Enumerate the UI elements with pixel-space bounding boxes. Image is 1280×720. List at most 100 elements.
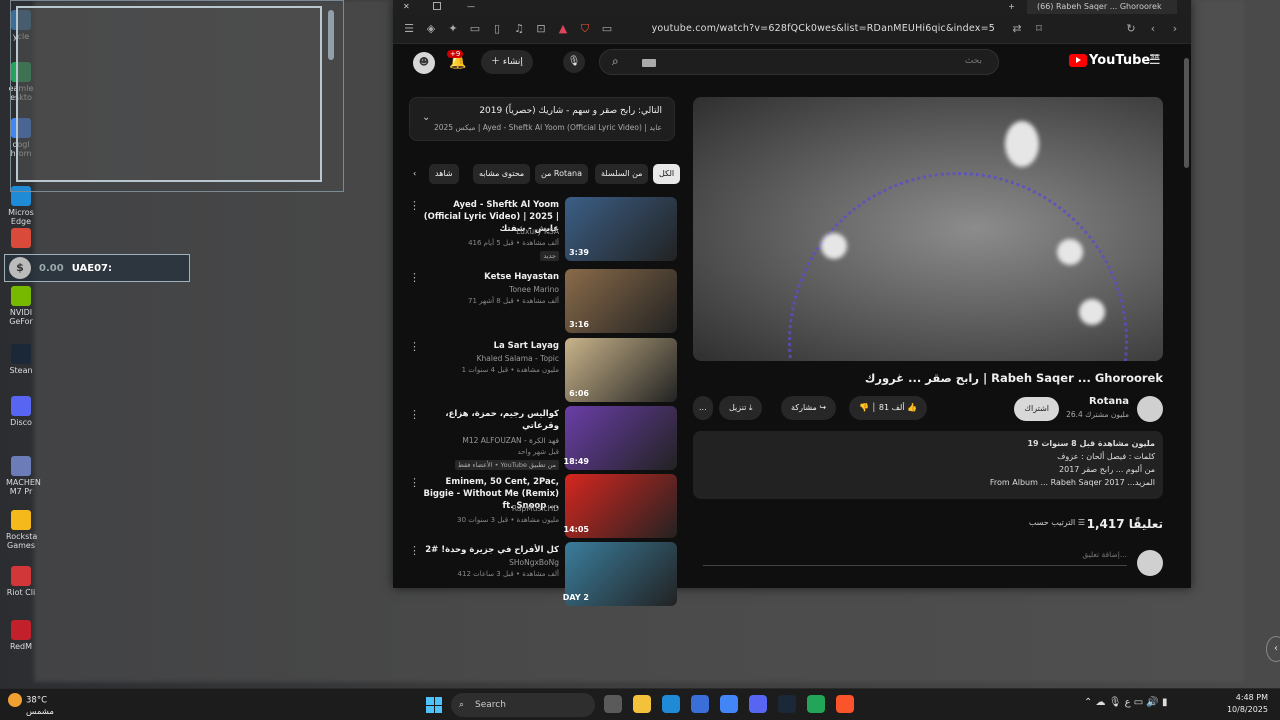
notification-count: +9 [447,50,464,58]
sun-icon [8,693,22,707]
desktop-shortcut[interactable]: Disco [6,396,36,427]
desktop-shortcut[interactable]: MACHEN M7 Pr [6,456,41,496]
channel-name[interactable]: Rotana [1089,396,1129,407]
search-icon[interactable]: ⌕ [612,54,619,69]
channel-avatar[interactable] [1137,396,1163,422]
rec-title: La Sart Layag [493,341,559,351]
sidebar-icon[interactable]: ▯ [491,22,503,35]
chevron-down-icon[interactable]: ⌄ [422,112,430,123]
task-view-icon[interactable] [604,695,622,713]
more-button[interactable]: ... [693,396,713,420]
create-button[interactable]: ＋ إنشاء [481,50,533,74]
desktop-shortcut[interactable]: Rocksta Games [6,510,37,550]
hud-scrollbar[interactable] [328,10,334,60]
discord-icon[interactable] [749,695,767,713]
rec-duration: 18:49 [563,457,589,466]
store-icon[interactable] [691,695,709,713]
share-arrow-icon: ↪ [819,403,827,412]
desktop-shortcut[interactable] [6,228,36,250]
app-icon [11,620,31,640]
like-icon: 👍 [907,403,918,412]
share-button[interactable]: مشاركة ↪ [781,396,837,420]
edge-icon[interactable] [662,695,680,713]
recommended-video[interactable]: ⋮ كل الأفراح في جزيرة وحدة! #2 SHoNgxBoNg 4… [409,542,677,606]
youtube-logo[interactable]: YouTubeSA [1069,53,1159,68]
rec-title: Ketse Hayastan [484,272,559,282]
like-dislike-button[interactable]: 👎 │ 81 ألف 👍 [849,396,928,420]
recommended-video[interactable]: ⋮ كواليس رجيم، حمزة، هزاع، وقرعاتي M12 ALF… [409,406,677,470]
weather-widget[interactable]: 38°C مشمس [8,693,54,718]
desktop-shortcut[interactable]: Riot Cli [6,566,36,597]
whatsapp-icon[interactable] [807,695,825,713]
wallet-icon[interactable]: ▭ [469,22,481,35]
voice-search-icon[interactable]: 🎙 [563,51,585,73]
clock[interactable]: 4:48 PM 10/8/2025 [1227,692,1268,716]
chip-prev-icon[interactable]: ‹ [407,164,422,184]
start-button[interactable] [426,697,442,713]
youtube-play-icon [1069,54,1087,67]
new-tab-button[interactable]: + [1008,0,1015,14]
steam-icon[interactable] [778,695,796,713]
side-expand-icon[interactable]: ‹ [1266,636,1280,662]
cast-icon[interactable]: ▭ [601,22,613,35]
brave-icon[interactable] [836,695,854,713]
rec-meta: 412 ألف مشاهدة • قبل 3 ساعات [457,570,559,578]
reload-icon[interactable]: ↻ [1125,22,1137,35]
rec-meta: قبل شهر واحد [517,448,560,456]
page-scrollbar[interactable] [1184,58,1189,168]
language-indicator[interactable]: ع [1125,697,1131,708]
chip-similar[interactable]: محتوى مشابه [473,164,531,184]
desktop-shortcut[interactable]: NVIDI GeFor [6,286,36,326]
recommended-video[interactable]: ⋮ Ayed - Sheftk Al Yoom (Official Lyric V… [409,197,677,261]
minimize-icon[interactable]: — [467,0,475,14]
rec-duration: 14:05 [563,525,589,534]
hamburger-menu-icon[interactable]: ☰ [1149,53,1161,68]
sort-button[interactable]: الترتيب حسب ☰ [1029,518,1085,527]
desktop-shortcut[interactable]: RedM [6,620,36,651]
system-tray-icons[interactable]: ⌃ ☁ 🎙 ع ▭ 🔊 ▮ [1084,697,1168,708]
recommended-video[interactable]: ⋮ La Sart Layag Khaled Salama - Topic 1 ملي… [409,338,677,402]
brave-rewards-icon[interactable]: ▲ [557,22,569,35]
share-icon[interactable]: ⇄ [1011,22,1023,35]
recommended-video[interactable]: ⋮ Eminem, 50 Cent, 2Pac, Biggie - Without… [409,474,677,538]
rec-title: كل الأفراح في جزيرة وحدة! #2 [425,545,559,555]
hud-status-bar: $ 0.00 UAE07: [4,254,190,282]
chip-all[interactable]: الكل [653,164,681,184]
music-icon[interactable]: ♫ [513,22,525,35]
account-avatar[interactable]: ☻ [413,52,435,74]
search-input[interactable]: ⌕ بحث [599,49,999,75]
subscribe-button[interactable]: اشتراك [1014,397,1059,421]
url-field[interactable]: youtube.com/watch?v=628fQCk0wes&list=RDa… [623,23,1001,34]
download-button[interactable]: تنزيل ⤓ [719,396,763,420]
description-box[interactable]: 19 مليون مشاهدة قبل 8 سنوات كلمات : فيصل… [693,431,1163,499]
recommended-video[interactable]: ⋮ Ketse Hayastan Tonee Marino 71 ألف مشاهدة… [409,269,677,333]
back-icon[interactable]: ‹ [1147,22,1159,35]
desktop-shortcut[interactable]: Micros Edge [6,186,36,226]
taskbar-search[interactable]: Search [451,693,595,717]
browser-tab[interactable]: (66) Rabeh Saqer ... Ghoroorek [1027,0,1177,14]
sort-icon: ☰ [1077,518,1085,527]
close-icon[interactable]: ✕ [403,0,410,14]
comment-input[interactable]: إضافة تعليق... [703,550,1127,566]
bookmark-icon[interactable]: ⌑ [1033,22,1045,35]
chip-from-rotana[interactable]: من Rotana [535,164,589,184]
desktop-shortcut[interactable]: Stean [6,344,36,375]
chip-watch[interactable]: شاهد [429,164,459,184]
file-explorer-icon[interactable] [633,695,651,713]
chrome-icon[interactable] [720,695,738,713]
playlist-panel[interactable]: ⌄ التالي: رابح صقر و سهم - شاريك (حصرياً… [409,97,675,141]
forward-icon[interactable]: › [1169,22,1181,35]
chip-series[interactable]: من السلسلة [595,164,649,184]
maximize-icon[interactable] [433,2,441,10]
video-player[interactable] [693,97,1163,361]
browser-window: ✕ — + (66) Rabeh Saqer ... Ghoroorek ☰ ◈… [393,0,1191,606]
brave-shield-icon[interactable]: ⛉ [579,22,591,36]
menu-icon[interactable]: ☰ [403,22,415,35]
shield-icon[interactable]: ◈ [425,22,437,35]
puzzle-icon[interactable]: ✦ [447,22,459,35]
channel-subscribers: 26.4 مليون مشترك [1066,410,1129,419]
playlist-subtitle: ميكس 2025 | Ayed - Sheftk Al Yoom (Offic… [433,123,662,132]
keyboard-icon[interactable] [642,59,656,67]
screenshot-icon[interactable]: ⊡ [535,22,547,35]
rec-channel: Luxury KSA [516,227,559,236]
